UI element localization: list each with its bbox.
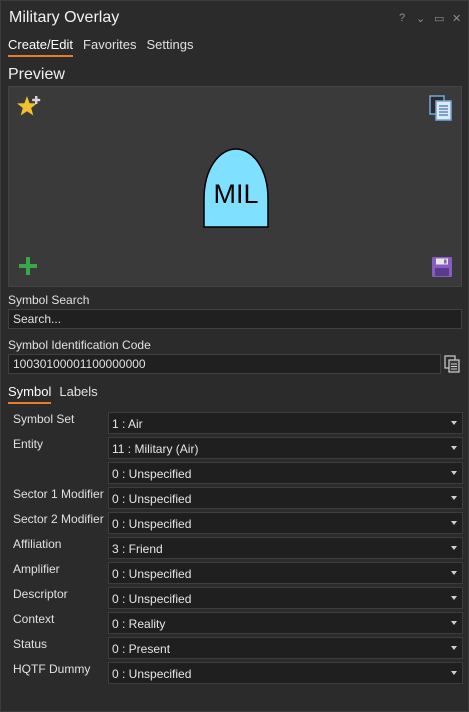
- title-bar: Military Overlay ? ⌄ ▭ ✕: [8, 8, 462, 32]
- affiliation-dropdown[interactable]: 3 : Friend: [108, 537, 463, 559]
- amplifier-dropdown[interactable]: 0 : Unspecified: [108, 562, 463, 584]
- sector-1-modifier-dropdown[interactable]: 0 : Unspecified: [108, 487, 463, 509]
- copy-document-icon[interactable]: [444, 355, 460, 373]
- amplifier-label: Amplifier: [13, 562, 60, 576]
- hqtf-dummy-label: HQTF Dummy: [13, 662, 91, 676]
- chevron-down-icon: [451, 446, 457, 450]
- field-row-hqtf-dummy: HQTF Dummy 0 : Unspecified: [13, 662, 463, 684]
- field-row-entity: Entity 11 : Military (Air): [13, 437, 463, 459]
- field-row-sector-1-modifier: Sector 1 Modifier 0 : Unspecified: [13, 487, 463, 509]
- tab-favorites[interactable]: Favorites: [83, 37, 136, 57]
- chevron-down-icon: [451, 471, 457, 475]
- pane-title: Military Overlay: [9, 9, 120, 26]
- symbol-preview: MIL: [8, 86, 462, 287]
- chevron-down-icon: [451, 421, 457, 425]
- field-row-affiliation: Affiliation 3 : Friend: [13, 537, 463, 559]
- chevron-down-icon: [451, 546, 457, 550]
- restore-icon[interactable]: ▭: [434, 12, 444, 25]
- star-plus-icon[interactable]: [16, 93, 44, 121]
- military-overlay-pane: Military Overlay ? ⌄ ▭ ✕ Create/Edit Fav…: [0, 0, 469, 712]
- chevron-down-icon: [451, 571, 457, 575]
- context-label: Context: [13, 612, 55, 626]
- symbol-search-input[interactable]: [8, 309, 462, 329]
- field-row-sector-2-modifier: Sector 2 Modifier 0 : Unspecified: [13, 512, 463, 534]
- entity-label: Entity: [13, 437, 44, 451]
- affiliation-value: 3 : Friend: [112, 542, 163, 556]
- symbol-label: MIL: [213, 179, 259, 209]
- field-row-symbol-set: Symbol Set 1 : Air: [13, 412, 463, 434]
- status-dropdown[interactable]: 0 : Present: [108, 637, 463, 659]
- field-row-status: Status 0 : Present: [13, 637, 463, 659]
- hqtf-dummy-dropdown[interactable]: 0 : Unspecified: [108, 662, 463, 684]
- chevron-down-icon: [451, 521, 457, 525]
- chevron-down-icon: [451, 596, 457, 600]
- status-value: 0 : Present: [112, 642, 171, 656]
- field-row-entity-type: 0 : Unspecified: [13, 462, 463, 484]
- window-controls: ? ⌄ ▭ ✕: [398, 12, 461, 25]
- sector-2-modifier-label: Sector 2 Modifier: [13, 512, 104, 526]
- entity-type-value: 0 : Unspecified: [112, 467, 192, 481]
- symbol-tabs: Symbol Labels: [8, 384, 98, 404]
- copy-document-icon[interactable]: [429, 95, 453, 121]
- chevron-down-icon[interactable]: ⌄: [416, 12, 425, 25]
- hqtf-dummy-value: 0 : Unspecified: [112, 667, 192, 681]
- sector-1-modifier-value: 0 : Unspecified: [112, 492, 192, 506]
- tab-settings[interactable]: Settings: [147, 37, 194, 57]
- field-row-descriptor: Descriptor 0 : Unspecified: [13, 587, 463, 609]
- entity-value: 11 : Military (Air): [112, 442, 199, 456]
- context-value: 0 : Reality: [112, 617, 166, 631]
- sector-2-modifier-dropdown[interactable]: 0 : Unspecified: [108, 512, 463, 534]
- chevron-down-icon: [451, 621, 457, 625]
- help-icon[interactable]: ?: [398, 12, 406, 25]
- symbol-search-label: Symbol Search: [8, 293, 90, 307]
- tab-create-edit[interactable]: Create/Edit: [8, 37, 74, 57]
- sidc-input[interactable]: [8, 354, 441, 374]
- field-row-context: Context 0 : Reality: [13, 612, 463, 634]
- affiliation-label: Affiliation: [13, 537, 62, 551]
- field-row-amplifier: Amplifier 0 : Unspecified: [13, 562, 463, 584]
- symbol-set-label: Symbol Set: [13, 412, 75, 426]
- sector-1-modifier-label: Sector 1 Modifier: [13, 487, 104, 501]
- tab-labels[interactable]: Labels: [59, 384, 97, 404]
- entity-type-dropdown[interactable]: 0 : Unspecified: [108, 462, 463, 484]
- main-tabs: Create/Edit Favorites Settings: [8, 37, 194, 57]
- descriptor-value: 0 : Unspecified: [112, 592, 192, 606]
- chevron-down-icon: [451, 496, 457, 500]
- symbol-set-dropdown[interactable]: 1 : Air: [108, 412, 463, 434]
- save-disk-icon[interactable]: [431, 256, 453, 278]
- descriptor-dropdown[interactable]: 0 : Unspecified: [108, 587, 463, 609]
- entity-dropdown[interactable]: 11 : Military (Air): [108, 437, 463, 459]
- close-icon[interactable]: ✕: [452, 12, 461, 25]
- status-label: Status: [13, 637, 48, 651]
- sector-2-modifier-value: 0 : Unspecified: [112, 517, 192, 531]
- plus-icon[interactable]: [18, 256, 38, 276]
- tab-symbol[interactable]: Symbol: [8, 384, 52, 404]
- symbol-set-value: 1 : Air: [112, 417, 143, 431]
- sidc-label: Symbol Identification Code: [8, 338, 151, 352]
- amplifier-value: 0 : Unspecified: [112, 567, 192, 581]
- chevron-down-icon: [451, 671, 457, 675]
- context-dropdown[interactable]: 0 : Reality: [108, 612, 463, 634]
- chevron-down-icon: [451, 646, 457, 650]
- preview-heading: Preview: [8, 66, 65, 83]
- descriptor-label: Descriptor: [13, 587, 68, 601]
